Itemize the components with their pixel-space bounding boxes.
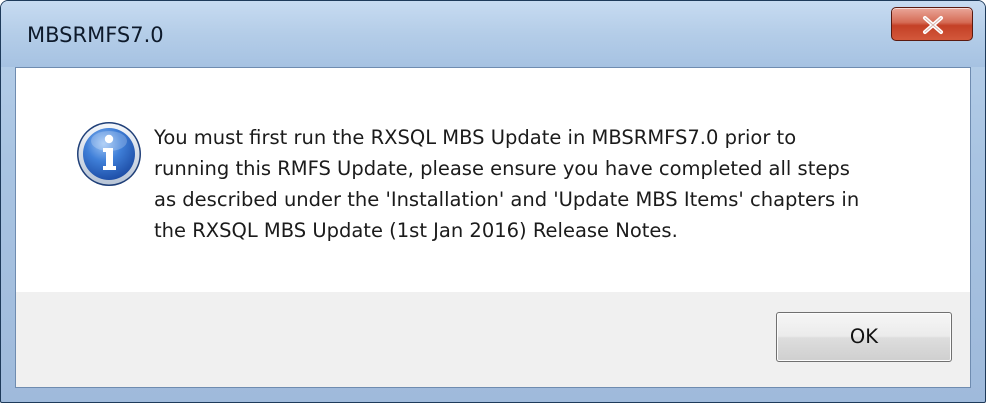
ok-button-label: OK — [849, 325, 879, 348]
ok-button[interactable]: OK — [776, 312, 952, 362]
message-line: You must first run the RXSQL MBS Update … — [154, 126, 797, 149]
close-icon — [923, 16, 943, 34]
message-dialog-window: MBSRMFS7.0 You must first run the RXSQL … — [0, 0, 986, 403]
info-icon — [77, 122, 141, 186]
dialog-client-area: You must first run the RXSQL MBS Update … — [15, 67, 971, 388]
window-title: MBSRMFS7.0 — [27, 23, 164, 47]
message-line: the RXSQL MBS Update (1st Jan 2016) Rele… — [154, 219, 678, 242]
dialog-message: You must first run the RXSQL MBS Update … — [154, 122, 944, 246]
message-area: You must first run the RXSQL MBS Update … — [16, 68, 970, 292]
close-button[interactable] — [891, 7, 973, 41]
message-line: running this RMFS Update, please ensure … — [154, 157, 850, 180]
message-line: as described under the 'Installation' an… — [154, 188, 860, 211]
title-bar[interactable]: MBSRMFS7.0 — [1, 1, 985, 67]
